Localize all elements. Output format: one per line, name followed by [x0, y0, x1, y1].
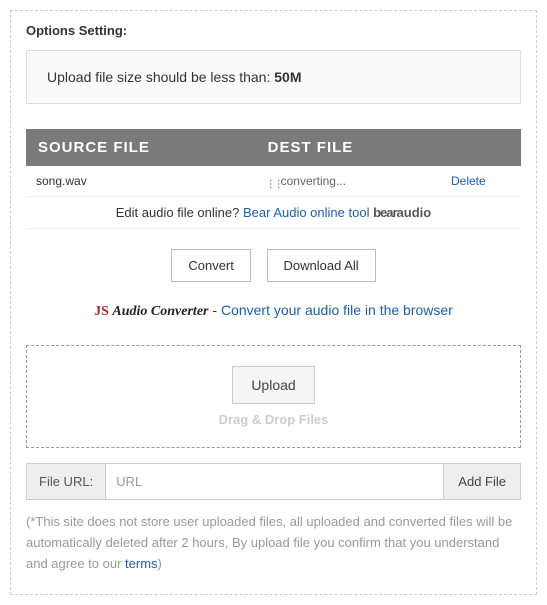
add-file-button[interactable]: Add File [443, 464, 520, 499]
filesize-notice: Upload file size should be less than: 50… [26, 50, 521, 104]
url-input[interactable] [106, 464, 443, 499]
table-row: song.wav converting... Delete [26, 166, 521, 197]
convert-button[interactable]: Convert [171, 249, 251, 282]
bear-logo: bearaudio [373, 205, 431, 220]
file-table: SOURCE FILE DEST FILE song.wav convertin… [26, 129, 521, 197]
js-convert-link[interactable]: Convert your audio file in the browser [221, 302, 453, 318]
url-label: File URL: [27, 464, 106, 499]
js-sep: - [209, 302, 221, 318]
download-all-button[interactable]: Download All [267, 249, 376, 282]
disclaimer-text: (*This site does not store user uploaded… [26, 514, 512, 571]
edit-row: Edit audio file online? Bear Audio onlin… [26, 197, 521, 229]
edit-prefix: Edit audio file online? [116, 205, 243, 220]
spinner-icon [266, 176, 278, 188]
url-row: File URL: Add File [26, 463, 521, 500]
terms-link[interactable]: terms [125, 556, 158, 571]
upload-button[interactable]: Upload [232, 366, 314, 404]
button-row: Convert Download All [26, 249, 521, 282]
col-source: SOURCE FILE [26, 129, 256, 166]
dest-status: converting... [281, 174, 346, 188]
bear-audio-link[interactable]: Bear Audio online tool [243, 205, 369, 220]
notice-limit: 50M [274, 69, 301, 85]
notice-text: Upload file size should be less than: [47, 69, 274, 85]
js-logo: JS Audio Converter [94, 304, 208, 319]
options-panel: Options Setting: Upload file size should… [10, 10, 537, 595]
disclaimer: (*This site does not store user uploaded… [26, 512, 521, 574]
drag-text: Drag & Drop Files [47, 412, 500, 427]
source-cell: song.wav [26, 166, 256, 197]
delete-link[interactable]: Delete [451, 174, 486, 188]
upload-zone[interactable]: Upload Drag & Drop Files [26, 345, 521, 448]
disclaimer-text2: ) [158, 556, 162, 571]
js-converter-row: JS Audio Converter - Convert your audio … [26, 302, 521, 320]
col-dest: DEST FILE [256, 129, 441, 166]
col-action [441, 129, 521, 166]
dest-cell: converting... [256, 166, 441, 197]
section-title: Options Setting: [26, 23, 521, 38]
